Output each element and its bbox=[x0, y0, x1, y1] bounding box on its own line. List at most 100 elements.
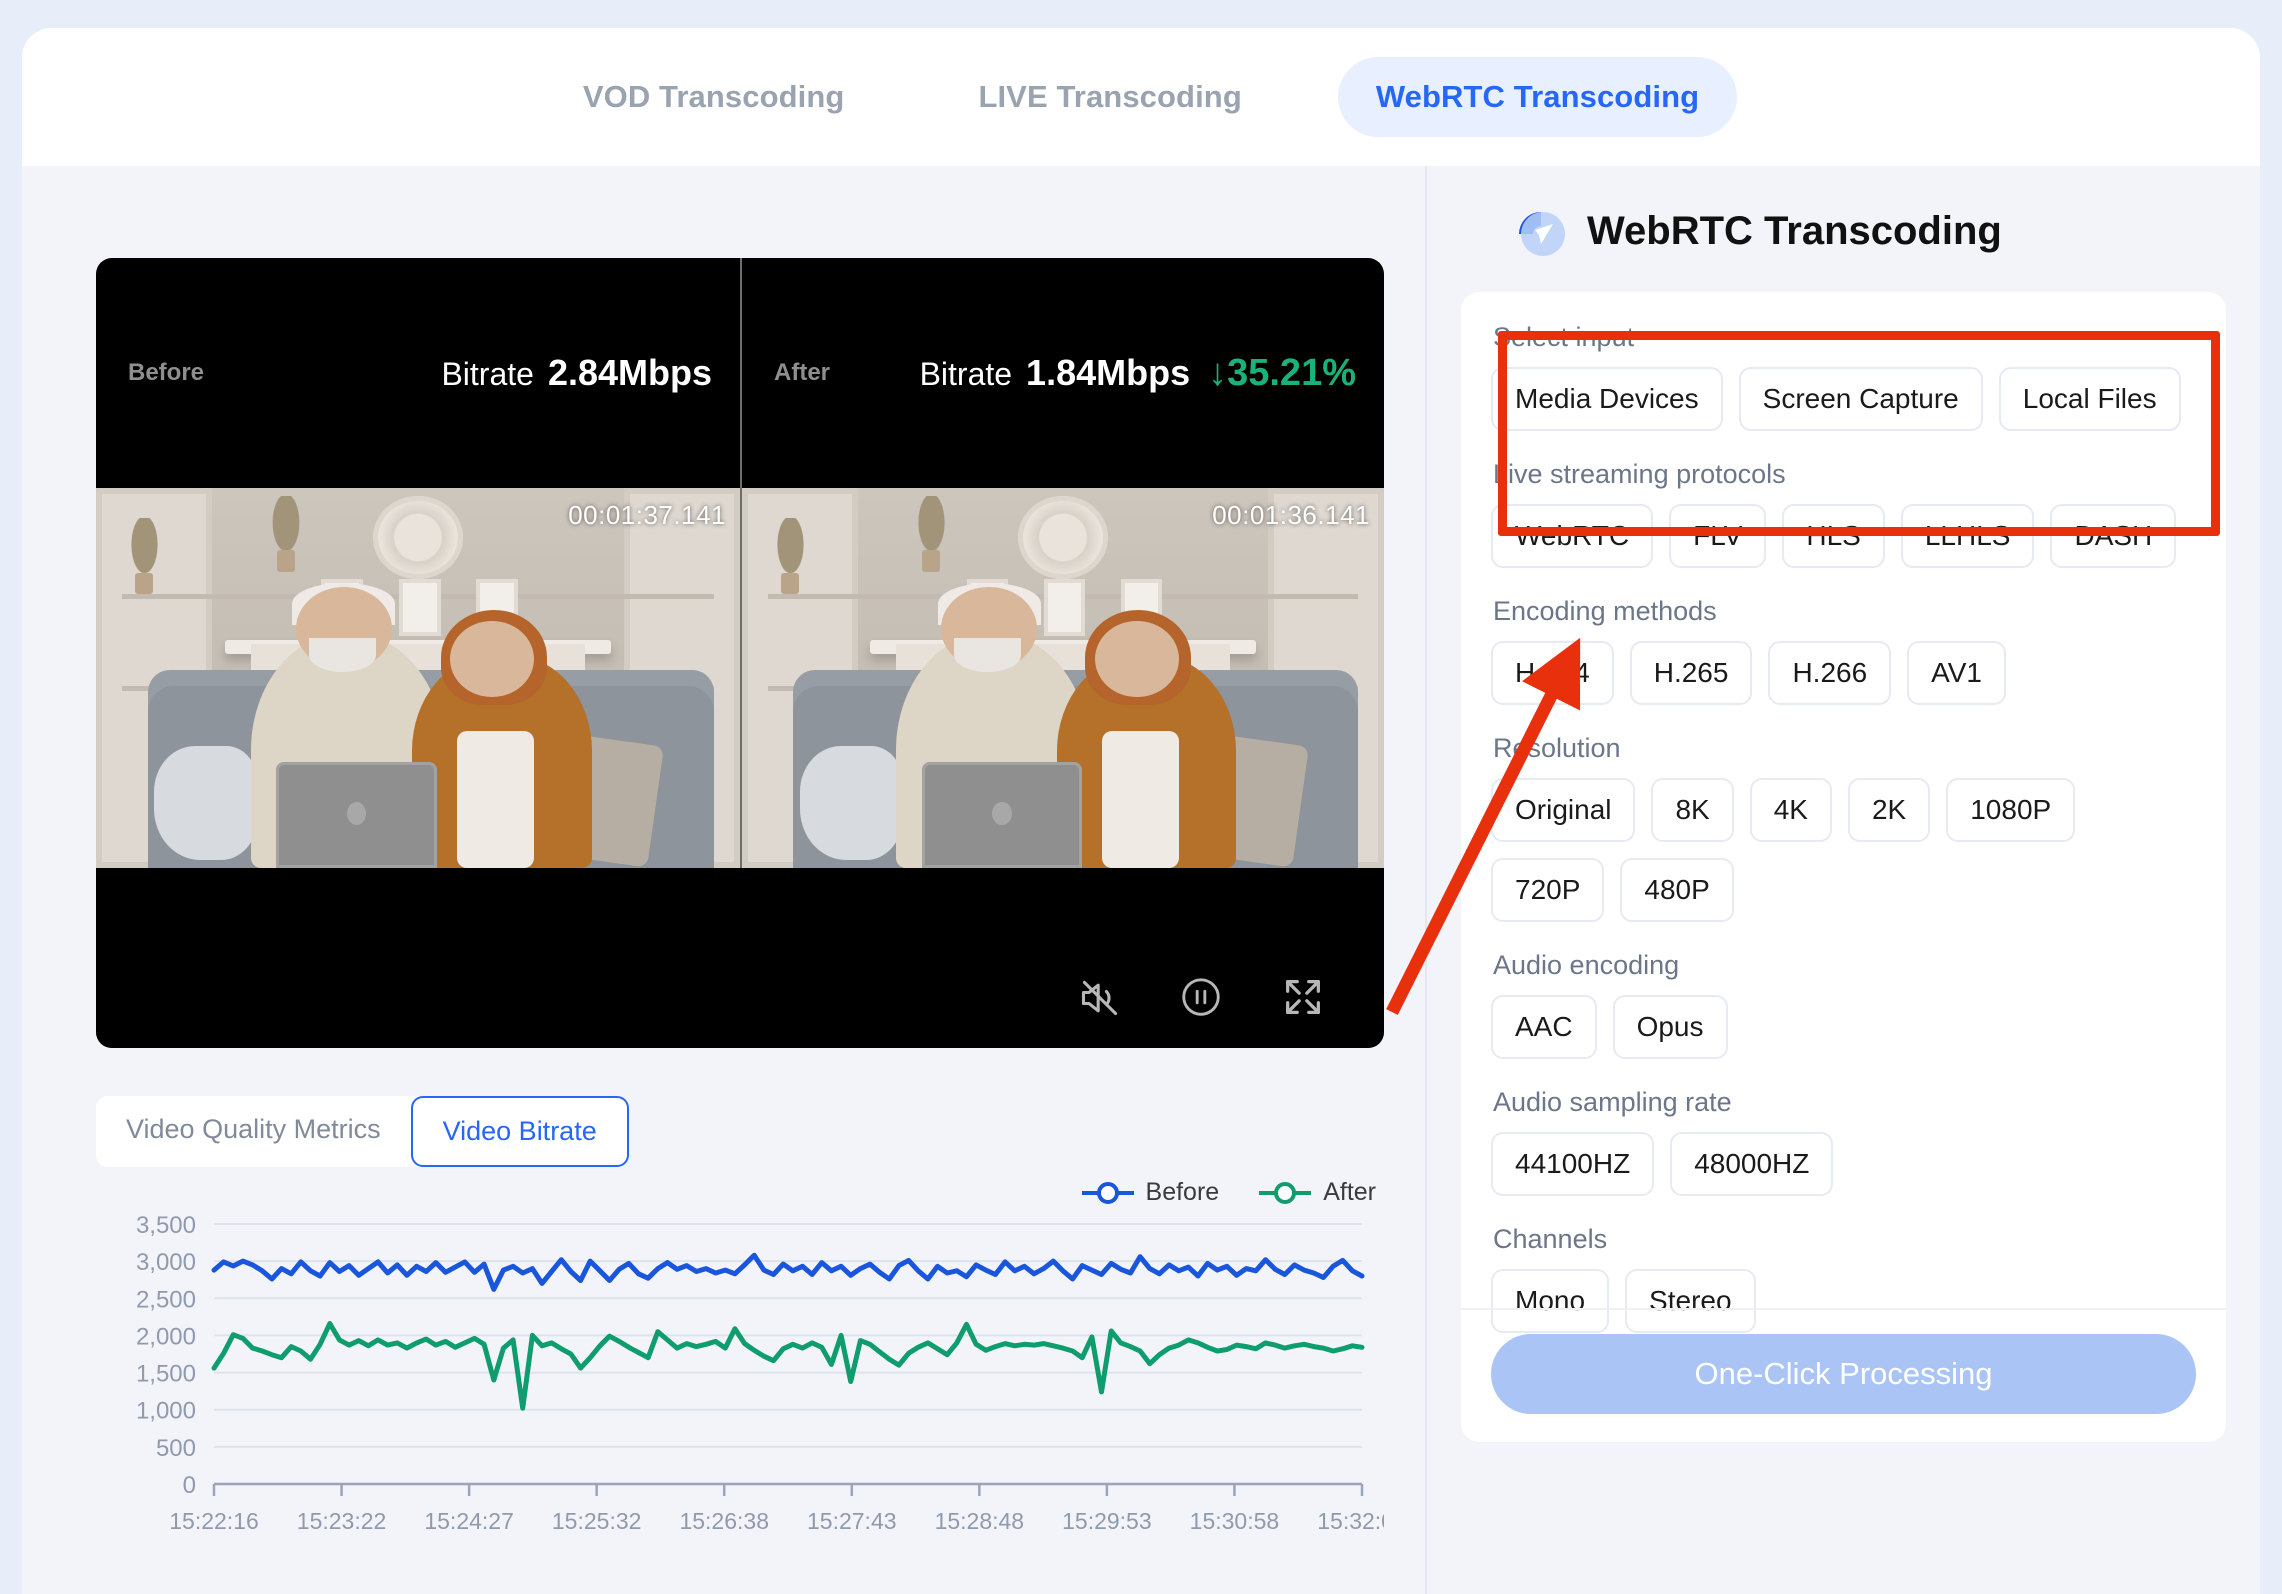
bitrate-line-chart: 0 500 1,000 1,500 2,000 2,500 3,000 3,500 15:22:… bbox=[136, 1216, 1384, 1534]
chip-hls[interactable]: HLS bbox=[1782, 504, 1885, 568]
section-label-audio-sampling-rate: Audio sampling rate bbox=[1493, 1087, 1732, 1117]
timestamp-before: 00:01:37.141 bbox=[568, 500, 726, 530]
chip-media-devices[interactable]: Media Devices bbox=[1491, 367, 1723, 431]
legend-label-before: Before bbox=[1145, 1178, 1220, 1206]
player-controls bbox=[96, 868, 1384, 1048]
mute-icon[interactable] bbox=[1078, 976, 1122, 1020]
svg-text:15:29:53: 15:29:53 bbox=[1062, 1508, 1152, 1534]
tab-vod-transcoding[interactable]: VOD Transcoding bbox=[545, 57, 883, 137]
before-metric-value: 2.84Mbps bbox=[547, 352, 712, 393]
section-label-select-input: Select input bbox=[1493, 322, 1635, 352]
scene-image-after bbox=[742, 488, 1384, 868]
chip-av1[interactable]: AV1 bbox=[1907, 641, 2007, 705]
svg-text:15:23:22: 15:23:22 bbox=[297, 1508, 387, 1534]
svg-text:2,000: 2,000 bbox=[136, 1323, 196, 1350]
body-area: Before Bitrate 2.84Mbps After Bitrate 1.… bbox=[22, 166, 2260, 1594]
app-card: VOD Transcoding LIVE Transcoding WebRTC … bbox=[22, 28, 2260, 1594]
after-label: After bbox=[774, 359, 831, 386]
legend-item-after[interactable]: After bbox=[1257, 1178, 1376, 1207]
chip-dash[interactable]: DASH bbox=[2050, 504, 2177, 568]
after-metric-label: Bitrate bbox=[919, 355, 1013, 392]
player-metrics-bar: Before Bitrate 2.84Mbps After Bitrate 1.… bbox=[96, 258, 1384, 488]
video-player[interactable]: Before Bitrate 2.84Mbps After Bitrate 1.… bbox=[96, 258, 1384, 1048]
chip-aac[interactable]: AAC bbox=[1491, 995, 1597, 1059]
chip-group-encoding-methods: H.264 H.265 H.266 AV1 bbox=[1491, 641, 2196, 705]
legend-label-after: After bbox=[1323, 1178, 1376, 1206]
pause-icon[interactable] bbox=[1178, 974, 1224, 1020]
chart-tab-group: Video Quality Metrics Video Bitrate bbox=[96, 1096, 629, 1167]
chip-group-live-streaming-protocols: WebRTC FLV HLS LLHLS DASH bbox=[1491, 504, 2196, 568]
svg-text:15:26:38: 15:26:38 bbox=[679, 1508, 769, 1534]
settings-card: Select input Media Devices Screen Captur… bbox=[1461, 292, 2226, 1442]
fullscreen-icon[interactable] bbox=[1280, 974, 1326, 1020]
svg-text:15:27:43: 15:27:43 bbox=[807, 1508, 897, 1534]
chip-mono[interactable]: Mono bbox=[1491, 1269, 1610, 1333]
svg-text:500: 500 bbox=[156, 1435, 196, 1462]
chip-44100hz[interactable]: 44100HZ bbox=[1491, 1132, 1655, 1196]
svg-text:15:32:04: 15:32:04 bbox=[1317, 1508, 1384, 1534]
chart-legend: Before After bbox=[1080, 1178, 1376, 1207]
chip-group-audio-sampling-rate: 44100HZ 48000HZ bbox=[1491, 1132, 2196, 1196]
after-metric-value: 1.84Mbps bbox=[1026, 351, 1191, 393]
chip-group-audio-encoding: AAC Opus bbox=[1491, 995, 2196, 1059]
section-label-live-streaming-protocols: Live streaming protocols bbox=[1493, 459, 1786, 489]
section-label-resolution: Resolution bbox=[1493, 733, 1621, 763]
svg-text:15:30:58: 15:30:58 bbox=[1190, 1508, 1280, 1534]
legend-item-before[interactable]: Before bbox=[1080, 1178, 1220, 1207]
svg-text:15:24:27: 15:24:27 bbox=[424, 1508, 514, 1534]
chip-h265[interactable]: H.265 bbox=[1629, 641, 1753, 705]
chip-2k[interactable]: 2K bbox=[1847, 778, 1931, 842]
chip-group-resolution: Original 8K 4K 2K 1080P 720P 480P bbox=[1491, 778, 2196, 922]
svg-text:15:25:32: 15:25:32 bbox=[552, 1508, 642, 1534]
settings-column: WebRTC Transcoding Select input Media De… bbox=[1427, 166, 2260, 1594]
chip-h264[interactable]: H.264 bbox=[1491, 641, 1614, 705]
top-tabbar: VOD Transcoding LIVE Transcoding WebRTC … bbox=[22, 28, 2260, 166]
preview-column: Before Bitrate 2.84Mbps After Bitrate 1.… bbox=[22, 166, 1425, 1594]
chip-flv[interactable]: FLV bbox=[1669, 504, 1767, 568]
metrics-after: After Bitrate 1.84Mbps ↓35.21% bbox=[740, 258, 1384, 488]
tab-video-bitrate[interactable]: Video Bitrate bbox=[410, 1096, 629, 1167]
svg-text:15:22:16: 15:22:16 bbox=[169, 1508, 259, 1534]
tab-live-transcoding[interactable]: LIVE Transcoding bbox=[940, 57, 1279, 137]
one-click-processing-button[interactable]: One-Click Processing bbox=[1491, 1334, 2196, 1414]
svg-text:15:28:48: 15:28:48 bbox=[935, 1508, 1025, 1534]
chip-1080p[interactable]: 1080P bbox=[1946, 778, 2076, 842]
metrics-before: Before Bitrate 2.84Mbps bbox=[96, 258, 740, 488]
chip-opus[interactable]: Opus bbox=[1612, 995, 1728, 1059]
bitrate-delta-badge: ↓35.21% bbox=[1208, 351, 1356, 394]
svg-text:2,500: 2,500 bbox=[136, 1286, 196, 1313]
chip-group-select-input: Media Devices Screen Capture Local Files bbox=[1491, 367, 2196, 431]
webrtc-logo-icon bbox=[1513, 204, 1567, 258]
chip-8k[interactable]: 8K bbox=[1651, 778, 1734, 842]
before-metric-label: Bitrate bbox=[441, 356, 534, 392]
svg-text:0: 0 bbox=[183, 1472, 196, 1499]
panel-header: WebRTC Transcoding bbox=[1513, 204, 2226, 258]
chip-group-channels: Mono Stereo bbox=[1491, 1269, 2196, 1333]
chip-48000hz[interactable]: 48000HZ bbox=[1670, 1132, 1834, 1196]
chip-4k[interactable]: 4K bbox=[1749, 778, 1832, 842]
chip-h266[interactable]: H.266 bbox=[1768, 641, 1892, 705]
chip-480p[interactable]: 480P bbox=[1620, 858, 1734, 922]
chip-llhls[interactable]: LLHLS bbox=[1900, 504, 2035, 568]
before-label: Before bbox=[128, 359, 205, 386]
timestamp-after: 00:01:36.141 bbox=[1212, 500, 1370, 530]
section-label-encoding-methods: Encoding methods bbox=[1493, 596, 1717, 626]
video-half-before: 00:01:37.141 bbox=[96, 488, 740, 868]
scene-image-before bbox=[96, 488, 740, 868]
chip-screen-capture[interactable]: Screen Capture bbox=[1738, 367, 1983, 431]
svg-text:3,000: 3,000 bbox=[136, 1249, 196, 1276]
video-half-after: 00:01:36.141 bbox=[740, 488, 1384, 868]
chip-720p[interactable]: 720P bbox=[1491, 858, 1605, 922]
chip-webrtc[interactable]: WebRTC bbox=[1491, 504, 1654, 568]
panel-title: WebRTC Transcoding bbox=[1587, 208, 2002, 253]
section-label-audio-encoding: Audio encoding bbox=[1493, 950, 1680, 980]
tab-webrtc-transcoding[interactable]: WebRTC Transcoding bbox=[1337, 57, 1738, 137]
chip-local-files[interactable]: Local Files bbox=[1998, 367, 2181, 431]
chip-original[interactable]: Original bbox=[1491, 778, 1636, 842]
svg-text:1,000: 1,000 bbox=[136, 1398, 196, 1425]
svg-text:3,500: 3,500 bbox=[136, 1216, 196, 1239]
panel-divider bbox=[1461, 1308, 2226, 1310]
tab-video-quality-metrics[interactable]: Video Quality Metrics bbox=[96, 1096, 411, 1167]
chip-stereo[interactable]: Stereo bbox=[1625, 1269, 1756, 1333]
svg-text:1,500: 1,500 bbox=[136, 1361, 196, 1388]
